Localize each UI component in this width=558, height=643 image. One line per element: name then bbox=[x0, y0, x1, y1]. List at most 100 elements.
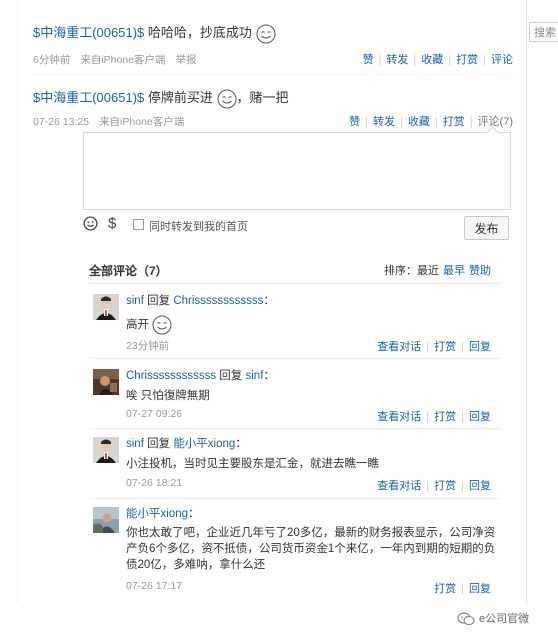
tip-link[interactable]: 打赏 bbox=[434, 583, 456, 595]
post-1: $中海重工(00651)$ 哈哈哈，抄底成功 6分钟前 来自iPhone客户端 举报… bbox=[33, 22, 513, 72]
post-2-time: 07-26 13:25 bbox=[33, 116, 90, 128]
comment-text-line: 你也太敢了吧，企业近几年亏了20多亿，最新的财务报表显示，公司净资 bbox=[126, 527, 496, 539]
comment-time: 07-26 18:21 bbox=[126, 477, 183, 489]
search-input[interactable]: 搜索 bbox=[529, 22, 558, 42]
comment-text-content: 高开 bbox=[126, 319, 149, 332]
reply-word: 回复 bbox=[219, 370, 243, 382]
watermark-text: e公司官微 bbox=[479, 613, 530, 625]
repost-button[interactable]: 转发 bbox=[373, 116, 395, 128]
comment-item: 能小平xiong： 你也太敢了吧，企业近几年亏了20多亿，最新的财务报表显示，公… bbox=[89, 507, 501, 597]
comment-text-line: 债20亿，多难呐，拿什么还 bbox=[126, 559, 266, 571]
post-1-time: 6分钟前 bbox=[33, 54, 71, 66]
comment-text: 你也太敢了吧，企业近几年亏了20多亿，最新的财务报表显示，公司净资 产负6个多亿… bbox=[126, 525, 496, 573]
tip-link[interactable]: 打赏 bbox=[434, 411, 456, 423]
comments-sort: 排序：最近 最早 赞助 bbox=[384, 262, 491, 278]
comment-textarea[interactable] bbox=[83, 132, 511, 210]
post-1-title: $中海重工(00651)$ 哈哈哈，抄底成功 bbox=[33, 22, 513, 44]
reply-word: 回复 bbox=[147, 438, 171, 450]
reply-link[interactable]: 回复 bbox=[469, 480, 491, 492]
view-conversation-link[interactable]: 查看对话 bbox=[377, 341, 421, 353]
like-button[interactable]: 赞 bbox=[363, 54, 374, 66]
avatar[interactable] bbox=[93, 294, 119, 320]
comments-title: 全部评论（7） bbox=[89, 264, 168, 278]
comment-body: 能小平xiong： 你也太敢了吧，企业近几年亏了20多亿，最新的财务报表显示，公… bbox=[126, 507, 496, 573]
repost-button[interactable]: 转发 bbox=[386, 54, 408, 66]
post-2-meta: 07-26 13:25 来自iPhone客户端 bbox=[33, 114, 194, 129]
comments-divider bbox=[89, 283, 501, 284]
comment-time: 07-27 09:26 bbox=[126, 408, 183, 420]
publish-button[interactable]: 发布 bbox=[464, 216, 509, 240]
comment-item: sinf 回复 能小平xiong： 小注投机，当时见主要股东是汇金，就进去瞧一瞧… bbox=[89, 437, 501, 492]
sort-earliest[interactable]: 最早 bbox=[443, 265, 465, 277]
comment-actions: 查看对话 | 打赏 | 回复 bbox=[377, 341, 491, 353]
comment-text: 高开 bbox=[126, 315, 496, 335]
comment-divider bbox=[89, 428, 501, 429]
comment-divider bbox=[89, 358, 501, 359]
comment-divider bbox=[89, 498, 501, 499]
reply-target[interactable]: Chrissssssssssss bbox=[173, 295, 263, 307]
comment-user[interactable]: 能小平xiong bbox=[126, 508, 188, 520]
emoji-icon[interactable] bbox=[83, 216, 98, 231]
post-2: $中海重工(00651)$ 停牌前买进 ，赌一把 07-26 13:25 来自iP… bbox=[33, 87, 513, 129]
post-2-text: 停牌前买进 bbox=[144, 90, 213, 105]
comment-item: sinf 回复 Chrissssssssssss： 高开 23分钟前 查看对话 |… bbox=[89, 294, 501, 354]
post-1-meta: 6分钟前 来自iPhone客户端 举报 bbox=[33, 52, 197, 67]
comment-count-button[interactable]: 评论(7) bbox=[478, 116, 513, 128]
repost-checkbox[interactable] bbox=[133, 219, 144, 230]
smiley-icon bbox=[152, 315, 172, 335]
favorite-button[interactable]: 收藏 bbox=[421, 54, 443, 66]
post-2-title: $中海重工(00651)$ 停牌前买进 ，赌一把 bbox=[33, 87, 513, 109]
post-2-source: 来自iPhone客户端 bbox=[99, 116, 185, 128]
comment-actions: 查看对话 | 打赏 | 回复 bbox=[377, 480, 491, 492]
sort-sponsored[interactable]: 赞助 bbox=[469, 265, 491, 277]
tip-button[interactable]: 打赏 bbox=[443, 116, 465, 128]
colon: ： bbox=[235, 438, 247, 450]
reply-link[interactable]: 回复 bbox=[469, 341, 491, 353]
avatar[interactable] bbox=[93, 507, 119, 533]
post-2-stock-link[interactable]: $中海重工(00651)$ bbox=[33, 90, 144, 105]
view-conversation-link[interactable]: 查看对话 bbox=[377, 411, 421, 423]
tip-link[interactable]: 打赏 bbox=[434, 341, 456, 353]
stock-dollar-icon[interactable]: $ bbox=[108, 215, 116, 232]
like-button[interactable]: 赞 bbox=[349, 116, 360, 128]
comment-user[interactable]: sinf bbox=[126, 295, 144, 307]
wechat-icon bbox=[457, 612, 475, 626]
post-1-stock-link[interactable]: $中海重工(00651)$ bbox=[33, 25, 144, 40]
tip-button[interactable]: 打赏 bbox=[456, 54, 478, 66]
reply-word: 回复 bbox=[147, 295, 171, 307]
comments-header: 全部评论（7） 排序：最近 最早 赞助 bbox=[89, 262, 501, 282]
comment-time: 23分钟前 bbox=[126, 340, 170, 352]
tip-link[interactable]: 打赏 bbox=[434, 480, 456, 492]
comment-item: Chrissssssssssss 回复 sinf： 唉 只怕復牌無期 07-27… bbox=[89, 369, 501, 424]
comment-actions: 查看对话 | 打赏 | 回复 bbox=[377, 411, 491, 423]
comment-text-line: 产负6个多亿，资不抵债，公司货币资金1个来亿，一年内到期的短期的负 bbox=[126, 543, 496, 555]
repost-checkbox-label: 同时转发到我的首页 bbox=[149, 221, 248, 233]
favorite-button[interactable]: 收藏 bbox=[408, 116, 430, 128]
post-1-text: 哈哈哈，抄底成功 bbox=[144, 25, 252, 40]
post-1-actions: 赞 | 转发 | 收藏 | 打赏 | 评论 bbox=[362, 54, 513, 66]
comment-user[interactable]: sinf bbox=[126, 438, 144, 450]
comment-button[interactable]: 评论 bbox=[491, 54, 513, 66]
comment-user[interactable]: Chrissssssssssss bbox=[126, 370, 216, 382]
avatar[interactable] bbox=[93, 437, 119, 463]
comment-text: 小注投机，当时见主要股东是汇金，就进去瞧一瞧 bbox=[126, 458, 379, 470]
reply-link[interactable]: 回复 bbox=[469, 411, 491, 423]
colon: ： bbox=[263, 370, 275, 382]
post-divider bbox=[33, 74, 513, 75]
comment-body: sinf 回复 能小平xiong： 小注投机，当时见主要股东是汇金，就进去瞧一瞧 bbox=[126, 437, 496, 472]
reply-target[interactable]: 能小平xiong bbox=[173, 438, 235, 450]
watermark: e公司官微 bbox=[457, 610, 529, 626]
reply-link[interactable]: 回复 bbox=[469, 583, 491, 595]
post-2-text-after: ，赌一把 bbox=[236, 90, 289, 105]
comment-body: Chrissssssssssss 回复 sinf： 唉 只怕復牌無期 bbox=[126, 369, 496, 404]
report-link[interactable]: 举报 bbox=[176, 54, 197, 66]
reply-target[interactable]: sinf bbox=[246, 370, 264, 382]
colon: ： bbox=[263, 295, 275, 307]
smiley-icon bbox=[217, 89, 237, 109]
sort-label: 排序：最近 bbox=[384, 265, 439, 277]
smiley-icon bbox=[256, 24, 276, 44]
view-conversation-link[interactable]: 查看对话 bbox=[377, 480, 421, 492]
comment-body: sinf 回复 Chrissssssssssss： 高开 bbox=[126, 294, 496, 335]
comment-actions: 打赏 | 回复 bbox=[434, 583, 491, 595]
avatar[interactable] bbox=[93, 369, 119, 395]
